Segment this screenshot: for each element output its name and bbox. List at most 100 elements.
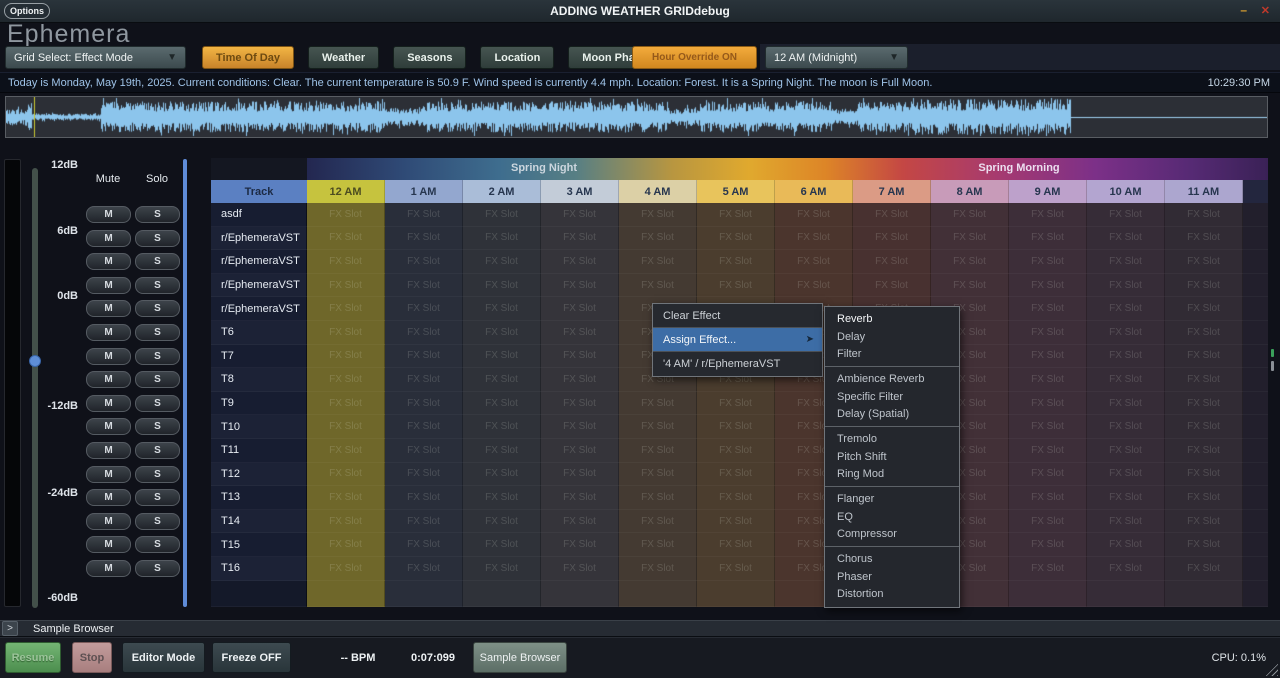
resize-grip-icon[interactable]: [1264, 662, 1278, 676]
fx-slot-cell[interactable]: FX Slot: [307, 533, 385, 557]
fx-slot-cell[interactable]: FX Slot: [385, 463, 463, 487]
fx-slot-cell[interactable]: FX Slot: [541, 345, 619, 369]
fx-slot-cell[interactable]: FX Slot: [1087, 463, 1165, 487]
track-label[interactable]: asdf: [211, 203, 307, 227]
effect-menu-item[interactable]: Delay (Spatial): [825, 405, 959, 423]
fx-slot-cell[interactable]: FX Slot: [1009, 392, 1087, 416]
fx-slot-cell[interactable]: FX Slot: [697, 392, 775, 416]
fx-slot-cell[interactable]: [1243, 439, 1268, 463]
freeze-button[interactable]: Freeze OFF: [212, 642, 291, 673]
effect-menu-item[interactable]: Phaser: [825, 568, 959, 586]
fx-slot-cell[interactable]: [1243, 368, 1268, 392]
fx-slot-cell[interactable]: FX Slot: [1165, 557, 1243, 581]
fx-slot-cell[interactable]: FX Slot: [541, 439, 619, 463]
fx-slot-cell[interactable]: FX Slot: [619, 203, 697, 227]
fx-slot-cell[interactable]: FX Slot: [541, 227, 619, 251]
fx-slot-cell[interactable]: FX Slot: [1087, 227, 1165, 251]
fx-slot-cell[interactable]: FX Slot: [619, 533, 697, 557]
fx-slot-cell[interactable]: [1243, 227, 1268, 251]
close-icon[interactable]: ✕: [1261, 4, 1270, 17]
fx-slot-cell[interactable]: FX Slot: [1087, 533, 1165, 557]
fx-slot-cell[interactable]: FX Slot: [1009, 368, 1087, 392]
fx-slot-cell[interactable]: FX Slot: [385, 227, 463, 251]
fx-slot-cell[interactable]: FX Slot: [697, 463, 775, 487]
fx-slot-cell[interactable]: FX Slot: [697, 486, 775, 510]
fx-slot-cell[interactable]: FX Slot: [1009, 345, 1087, 369]
fx-slot-cell[interactable]: FX Slot: [1009, 415, 1087, 439]
fx-slot-cell[interactable]: FX Slot: [385, 510, 463, 534]
fx-slot-cell[interactable]: FX Slot: [307, 321, 385, 345]
fx-slot-cell[interactable]: FX Slot: [1165, 463, 1243, 487]
fx-slot-cell[interactable]: FX Slot: [1009, 203, 1087, 227]
track-label[interactable]: T16: [211, 557, 307, 581]
track-label[interactable]: T15: [211, 533, 307, 557]
waveform-panel[interactable]: [5, 96, 1268, 138]
fx-slot-cell[interactable]: FX Slot: [385, 439, 463, 463]
mute-button[interactable]: M: [86, 395, 131, 412]
fx-slot-cell[interactable]: FX Slot: [385, 345, 463, 369]
fx-slot-cell[interactable]: FX Slot: [1087, 368, 1165, 392]
fx-slot-cell[interactable]: FX Slot: [1165, 439, 1243, 463]
fx-slot-cell[interactable]: FX Slot: [697, 227, 775, 251]
stop-button[interactable]: Stop: [72, 642, 112, 673]
fx-slot-cell[interactable]: FX Slot: [697, 274, 775, 298]
fx-slot-cell[interactable]: FX Slot: [1009, 533, 1087, 557]
fx-slot-cell[interactable]: FX Slot: [1009, 297, 1087, 321]
fx-slot-cell[interactable]: FX Slot: [697, 203, 775, 227]
fx-slot-cell[interactable]: FX Slot: [463, 297, 541, 321]
hour-header-cell[interactable]: [1243, 180, 1268, 203]
resume-button[interactable]: Resume: [5, 642, 61, 673]
effect-menu-item[interactable]: Compressor: [825, 526, 959, 544]
solo-button[interactable]: S: [135, 489, 180, 506]
fx-slot-cell[interactable]: FX Slot: [385, 486, 463, 510]
context-menu-item[interactable]: Assign Effect...➤: [653, 328, 822, 352]
effect-menu-item[interactable]: Ring Mod: [825, 466, 959, 484]
fx-slot-cell[interactable]: [1243, 274, 1268, 298]
fx-slot-cell[interactable]: FX Slot: [463, 557, 541, 581]
fx-slot-cell[interactable]: FX Slot: [1009, 227, 1087, 251]
track-label[interactable]: T10: [211, 415, 307, 439]
solo-button[interactable]: S: [135, 536, 180, 553]
fx-slot-cell[interactable]: FX Slot: [307, 297, 385, 321]
grid-select-dropdown[interactable]: Grid Select: Effect Mode ▼: [5, 46, 186, 69]
fx-slot-cell[interactable]: [1243, 392, 1268, 416]
fx-slot-cell[interactable]: FX Slot: [541, 203, 619, 227]
fx-slot-cell[interactable]: FX Slot: [541, 557, 619, 581]
fx-slot-cell[interactable]: [1243, 345, 1268, 369]
fx-slot-cell[interactable]: FX Slot: [1009, 321, 1087, 345]
fx-slot-cell[interactable]: FX Slot: [1087, 510, 1165, 534]
sample-browser-button[interactable]: Sample Browser: [473, 642, 567, 673]
solo-button[interactable]: S: [135, 253, 180, 270]
fx-slot-cell[interactable]: FX Slot: [541, 463, 619, 487]
fx-slot-cell[interactable]: FX Slot: [619, 415, 697, 439]
track-label[interactable]: T12: [211, 463, 307, 487]
fx-slot-cell[interactable]: FX Slot: [1009, 557, 1087, 581]
fx-slot-cell[interactable]: FX Slot: [1009, 510, 1087, 534]
mute-button[interactable]: M: [86, 371, 131, 388]
hour-select-dropdown[interactable]: 12 AM (Midnight) ▼: [765, 46, 908, 69]
fx-slot-cell[interactable]: FX Slot: [307, 510, 385, 534]
fx-slot-cell[interactable]: [1243, 533, 1268, 557]
fx-slot-cell[interactable]: FX Slot: [541, 510, 619, 534]
fx-slot-cell[interactable]: FX Slot: [307, 345, 385, 369]
fx-slot-cell[interactable]: FX Slot: [1165, 533, 1243, 557]
fx-slot-cell[interactable]: FX Slot: [385, 321, 463, 345]
effect-menu-item[interactable]: Tremolo: [825, 430, 959, 448]
effect-menu-item[interactable]: Distortion: [825, 586, 959, 604]
fx-slot-cell[interactable]: FX Slot: [541, 533, 619, 557]
solo-button[interactable]: S: [135, 277, 180, 294]
hour-header-cell[interactable]: 10 AM: [1087, 180, 1165, 203]
fx-slot-cell[interactable]: FX Slot: [775, 203, 853, 227]
mute-button[interactable]: M: [86, 466, 131, 483]
fx-slot-cell[interactable]: FX Slot: [697, 533, 775, 557]
fx-slot-cell[interactable]: FX Slot: [385, 274, 463, 298]
fx-slot-cell[interactable]: FX Slot: [853, 227, 931, 251]
fx-slot-cell[interactable]: FX Slot: [463, 510, 541, 534]
fx-slot-cell[interactable]: [1243, 321, 1268, 345]
mode-button-seasons[interactable]: Seasons: [393, 46, 466, 69]
mute-button[interactable]: M: [86, 348, 131, 365]
mute-button[interactable]: M: [86, 206, 131, 223]
hour-override-button[interactable]: Hour Override ON: [632, 46, 757, 69]
fx-slot-cell[interactable]: FX Slot: [619, 510, 697, 534]
fx-slot-cell[interactable]: FX Slot: [385, 415, 463, 439]
